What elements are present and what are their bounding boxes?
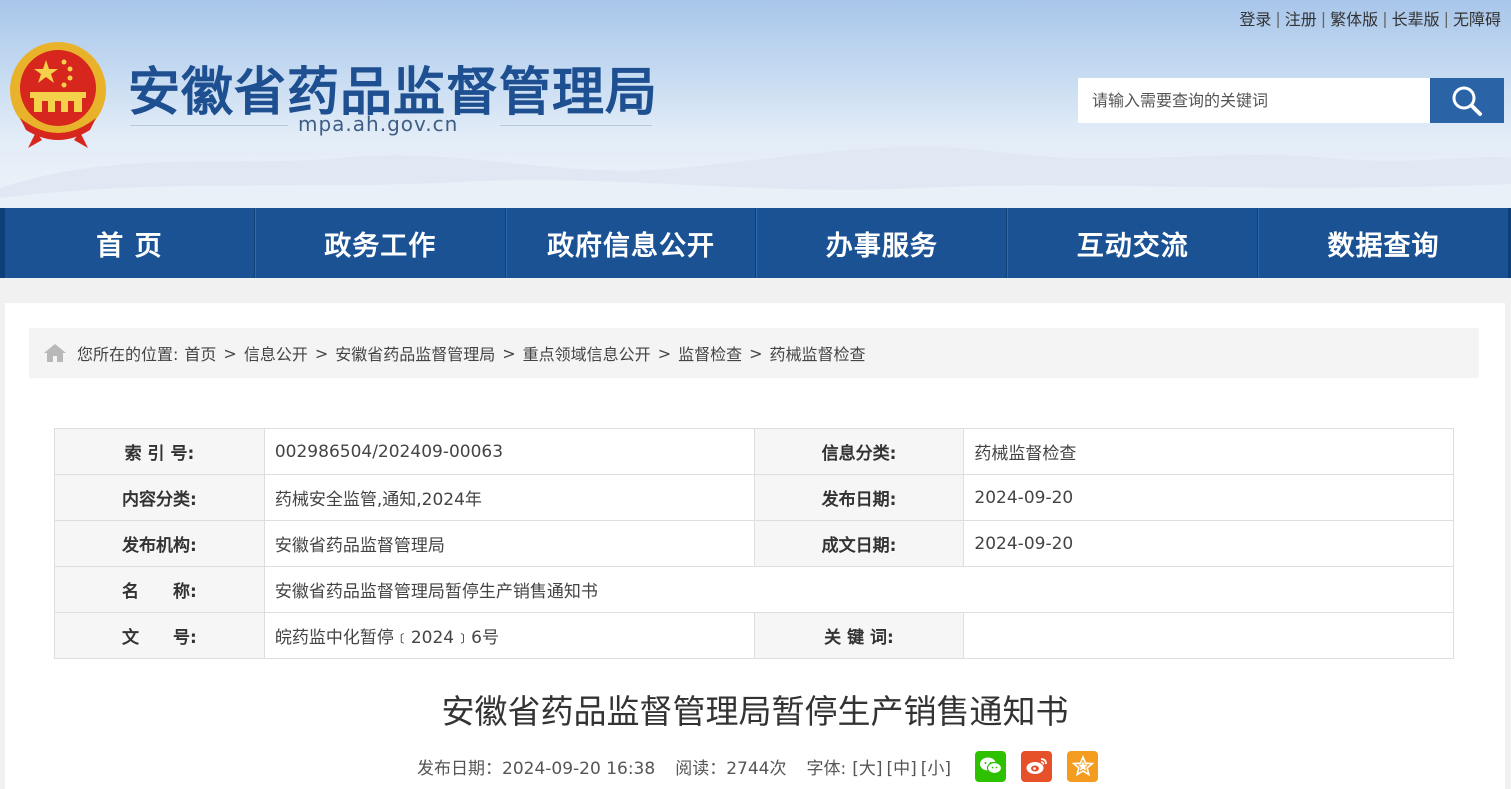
breadcrumb-supervision[interactable]: 监督检查 bbox=[678, 341, 742, 365]
doc-number-value: 皖药监中化暂停﹝2024﹞6号 bbox=[263, 612, 755, 659]
search-bar bbox=[1078, 78, 1504, 123]
traditional-chinese-link[interactable]: 繁体版 bbox=[1326, 6, 1382, 30]
nav-interaction[interactable]: 互动交流 bbox=[1007, 208, 1259, 278]
doc-number-label: 文 号: bbox=[54, 612, 265, 659]
info-category-label: 信息分类: bbox=[753, 428, 965, 475]
article-read-count: 阅读：2744次 bbox=[675, 758, 787, 779]
issuing-org-label: 发布机构: bbox=[54, 520, 265, 567]
home-icon bbox=[43, 343, 67, 363]
login-link[interactable]: 登录 bbox=[1235, 6, 1275, 30]
content-panel: 您所在的位置: 首页 > 信息公开 > 安徽省药品监督管理局 > 重点领域信息公… bbox=[5, 303, 1505, 789]
nav-services[interactable]: 办事服务 bbox=[756, 208, 1008, 278]
breadcrumb-separator: > bbox=[314, 343, 329, 363]
article-title: 安徽省药品监督管理局暂停生产销售通知书 bbox=[441, 692, 1069, 731]
document-metadata-table: 索 引 号: 002986504/202409-00063 信息分类: 药械监督… bbox=[54, 428, 1455, 659]
share-wechat-button[interactable] bbox=[975, 750, 1006, 782]
keywords-label: 关 键 词: bbox=[753, 612, 965, 659]
search-icon bbox=[1452, 86, 1482, 116]
index-number-label: 索 引 号: bbox=[54, 428, 265, 475]
content-class-label: 内容分类: bbox=[54, 474, 265, 521]
content-class-value: 药械安全监管,通知,2024年 bbox=[263, 474, 755, 521]
breadcrumb-info-disclosure[interactable]: 信息公开 bbox=[244, 341, 308, 365]
breadcrumb-separator: > bbox=[749, 343, 763, 363]
nav-information-disclosure[interactable]: 政府信息公开 bbox=[505, 208, 757, 278]
breadcrumb-prefix: 您所在的位置: bbox=[77, 345, 179, 364]
site-header: 安徽省药品监督管理局 mpa.ah.gov.cn 登录 | 注册 | 繁体版 |… bbox=[0, 0, 1511, 208]
nav-home[interactable]: 首 页 bbox=[0, 208, 255, 278]
table-row: 索 引 号: 002986504/202409-00063 信息分类: 药械监督… bbox=[54, 428, 1454, 475]
elderly-version-link[interactable]: 长辈版 bbox=[1388, 6, 1444, 30]
breadcrumb-separator: > bbox=[657, 343, 672, 363]
register-link[interactable]: 注册 bbox=[1281, 6, 1321, 30]
article-publish-date: 发布日期：2024-09-20 16:38 bbox=[417, 758, 656, 779]
font-medium-button[interactable]: [中] bbox=[886, 759, 916, 779]
breadcrumb-drug-device-inspection[interactable]: 药械监督检查 bbox=[770, 341, 866, 365]
main-nav: 首 页 政务工作 政府信息公开 办事服务 互动交流 数据查询 bbox=[0, 208, 1511, 278]
nav-data-query[interactable]: 数据查询 bbox=[1258, 208, 1511, 278]
site-domain-row: mpa.ah.gov.cn bbox=[130, 112, 652, 138]
breadcrumb-home[interactable]: 首页 bbox=[184, 341, 216, 365]
breadcrumb: 您所在的位置: 首页 > 信息公开 > 安徽省药品监督管理局 > 重点领域信息公… bbox=[29, 328, 1479, 378]
search-button[interactable] bbox=[1430, 78, 1504, 123]
font-large-button[interactable]: [大] bbox=[852, 759, 882, 779]
breadcrumb-key-areas[interactable]: 重点领域信息公开 bbox=[523, 341, 651, 365]
star-icon bbox=[1071, 755, 1094, 777]
site-domain: mpa.ah.gov.cn bbox=[298, 112, 459, 136]
font-size-controls: 字体: [大] [中] [小] bbox=[806, 754, 955, 779]
keywords-value bbox=[963, 612, 1454, 659]
wechat-icon bbox=[979, 757, 1002, 775]
top-links: 登录 | 注册 | 繁体版 | 长辈版 | 无障碍 bbox=[1235, 6, 1505, 30]
table-row: 名 称: 安徽省药品监督管理局暂停生产销售通知书 bbox=[54, 566, 1455, 613]
favorite-button[interactable] bbox=[1067, 750, 1098, 782]
breadcrumb-separator: > bbox=[223, 343, 237, 363]
created-date-value: 2024-09-20 bbox=[963, 520, 1454, 567]
nav-government-affairs[interactable]: 政务工作 bbox=[254, 208, 506, 278]
font-small-button[interactable]: [小] bbox=[921, 759, 951, 779]
issuing-org-value: 安徽省药品监督管理局 bbox=[263, 520, 755, 567]
table-row: 发布机构: 安徽省药品监督管理局 成文日期: 2024-09-20 bbox=[54, 520, 1454, 567]
national-emblem-icon bbox=[10, 42, 106, 148]
publish-date-value: 2024-09-20 bbox=[963, 474, 1454, 521]
doc-name-value: 安徽省药品监督管理局暂停生产销售通知书 bbox=[263, 566, 1455, 613]
accessibility-link[interactable]: 无障碍 bbox=[1449, 6, 1505, 30]
share-weibo-button[interactable] bbox=[1021, 750, 1052, 782]
weibo-icon bbox=[1026, 758, 1047, 774]
doc-name-label: 名 称: bbox=[54, 566, 265, 613]
search-input[interactable] bbox=[1078, 78, 1430, 123]
table-row: 文 号: 皖药监中化暂停﹝2024﹞6号 关 键 词: bbox=[54, 612, 1454, 659]
table-row: 内容分类: 药械安全监管,通知,2024年 发布日期: 2024-09-20 bbox=[54, 474, 1454, 521]
info-category-value: 药械监督检查 bbox=[963, 428, 1454, 475]
index-number-value: 002986504/202409-00063 bbox=[263, 428, 755, 475]
article-info-bar: 发布日期：2024-09-20 16:38 阅读：2744次 字体: [大] [中]… bbox=[417, 749, 1113, 783]
breadcrumb-separator: > bbox=[502, 343, 516, 363]
created-date-label: 成文日期: bbox=[753, 520, 965, 567]
font-size-label: 字体: bbox=[806, 758, 847, 779]
publish-date-label: 发布日期: bbox=[753, 474, 965, 521]
breadcrumb-bureau[interactable]: 安徽省药品监督管理局 bbox=[335, 341, 495, 365]
